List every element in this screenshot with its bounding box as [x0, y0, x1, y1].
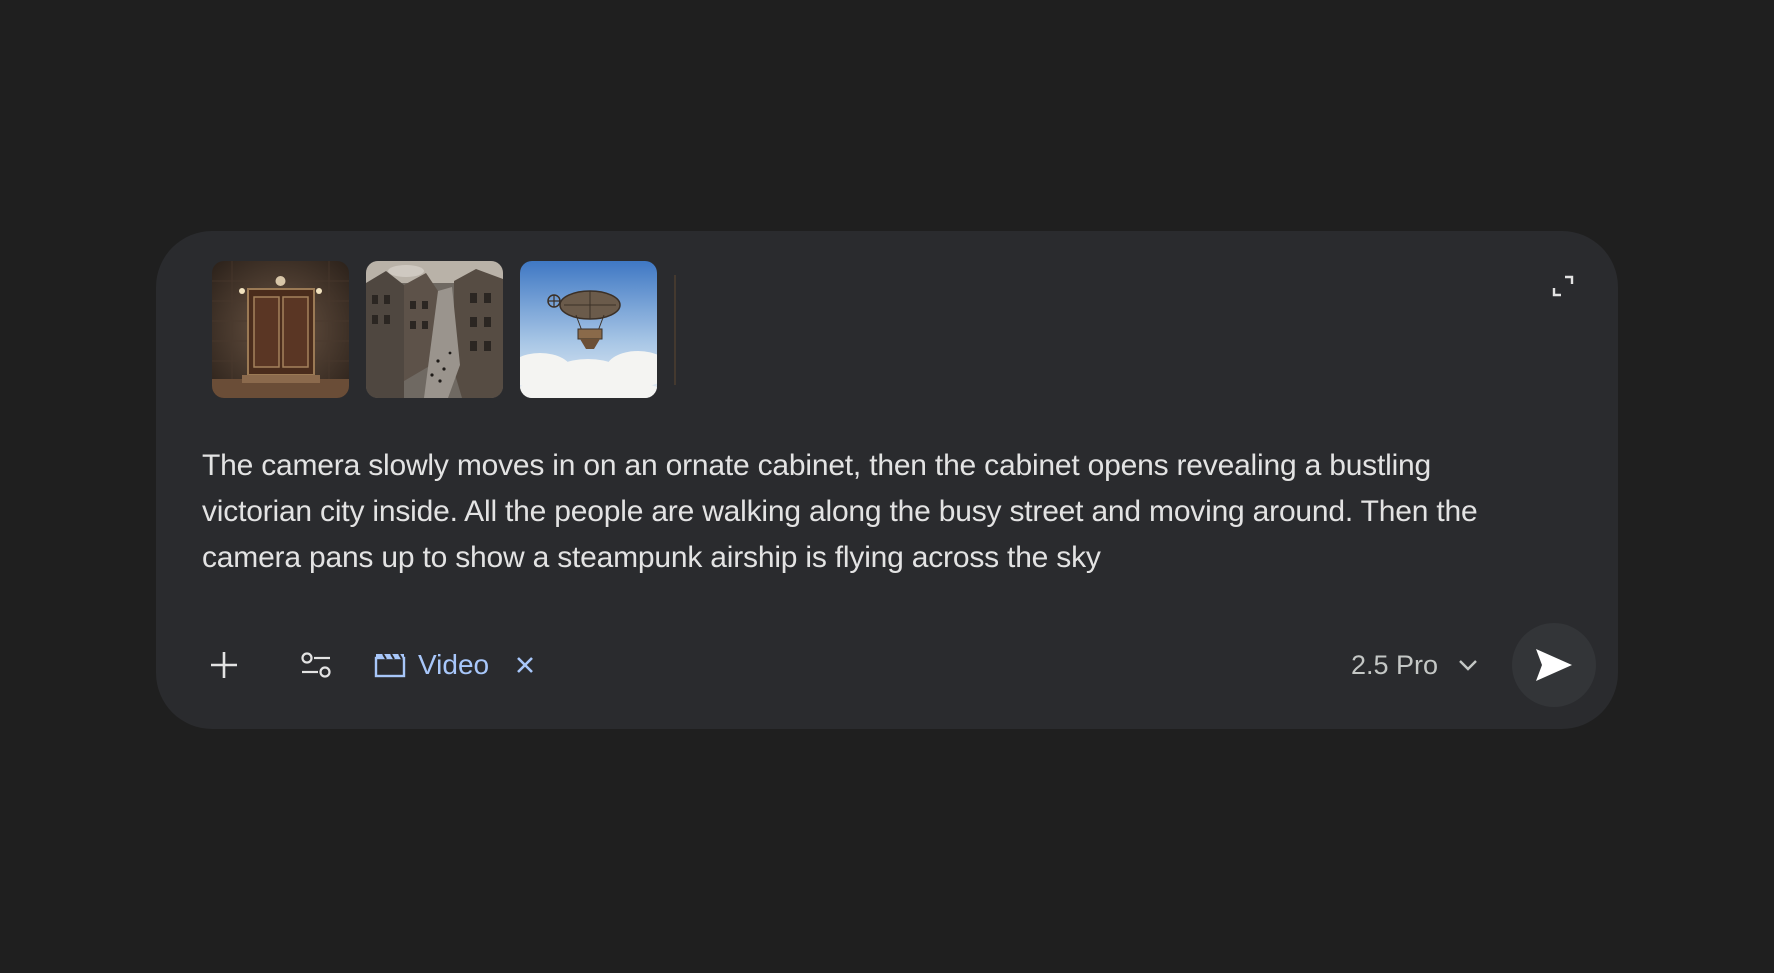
- model-label: 2.5 Pro: [1350, 649, 1438, 680]
- clapperboard-icon: [374, 653, 406, 678]
- airship-image: [520, 261, 657, 398]
- attachment-thumbnail-city[interactable]: [366, 261, 503, 398]
- video-mode-chip[interactable]: Video: [374, 641, 539, 689]
- thumbnail-scroll-edge: [674, 275, 676, 385]
- tune-icon: [301, 652, 331, 678]
- page: The camera slowly moves in on an ornate …: [0, 0, 1774, 973]
- video-mode-label: Video: [418, 649, 490, 680]
- prompt-composer: The camera slowly moves in on an ornate …: [156, 231, 1618, 729]
- attachment-thumbnails: [212, 261, 657, 398]
- composer-toolbar: Video 2.5 Pro: [196, 623, 1596, 707]
- add-button[interactable]: [196, 637, 252, 693]
- close-icon: [517, 657, 534, 673]
- attachment-thumbnail-airship[interactable]: [520, 261, 657, 398]
- expand-button[interactable]: [1546, 269, 1580, 303]
- send-button[interactable]: [1512, 623, 1596, 707]
- plus-icon: [211, 652, 237, 678]
- victorian-city-image: [366, 261, 503, 398]
- chevron-down-icon: [1459, 660, 1477, 671]
- model-chevron: [1458, 658, 1478, 672]
- model-selector[interactable]: 2.5 Pro: [1351, 641, 1478, 689]
- video-chip-close-button[interactable]: [511, 651, 539, 679]
- cabinet-image: [212, 261, 349, 398]
- send-icon: [1536, 649, 1572, 681]
- prompt-input[interactable]: The camera slowly moves in on an ornate …: [202, 443, 1532, 581]
- attachment-thumbnail-cabinet[interactable]: [212, 261, 349, 398]
- tools-button[interactable]: [288, 637, 344, 693]
- expand-icon: [1552, 275, 1574, 297]
